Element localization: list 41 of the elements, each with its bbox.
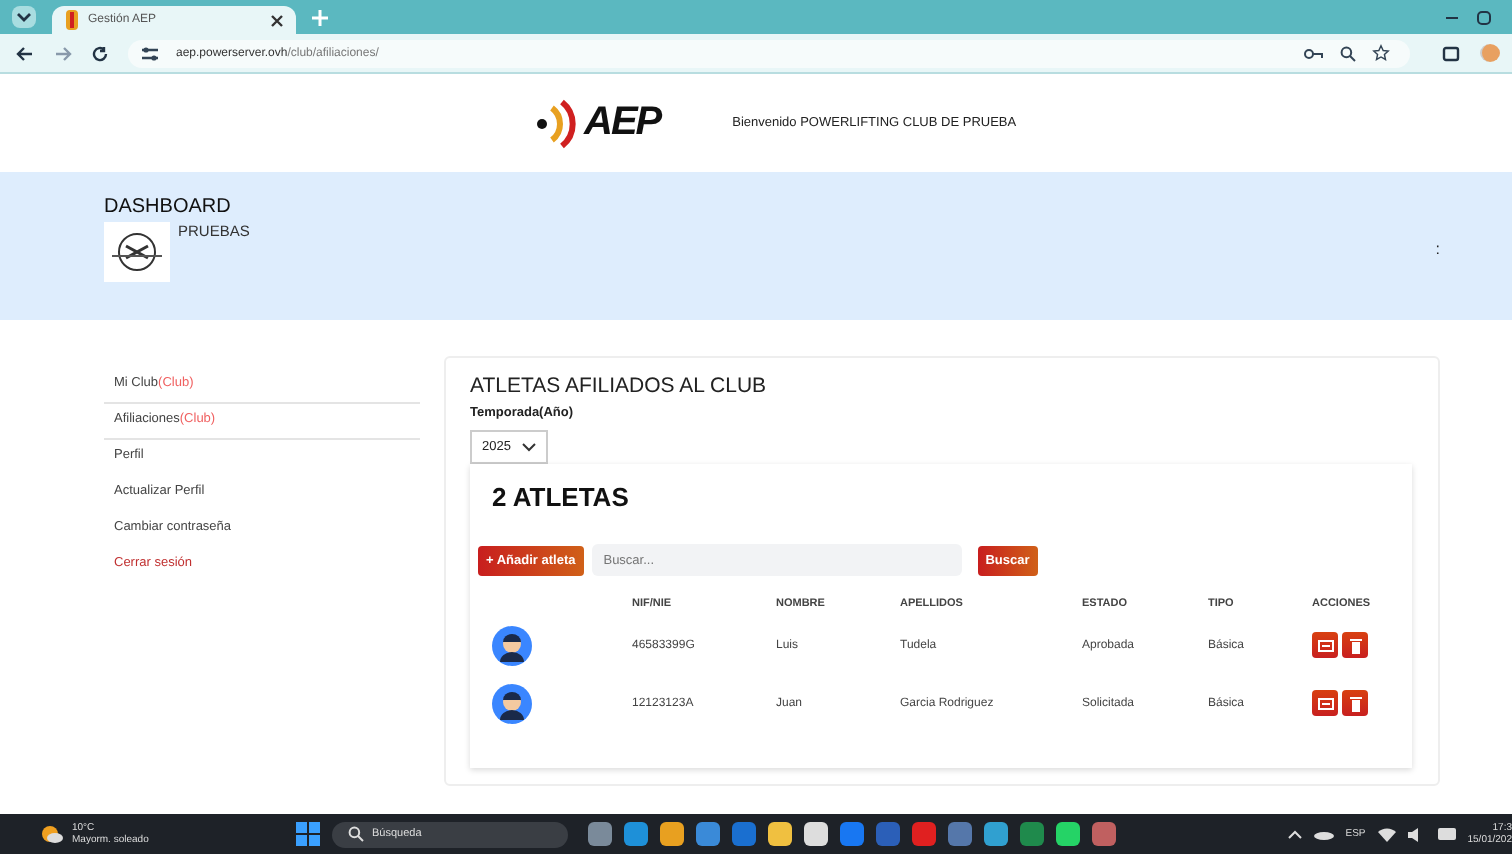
reload-icon[interactable] [92, 45, 108, 61]
restore-icon[interactable] [1476, 9, 1492, 25]
dashboard-title: DASHBOARD [104, 196, 233, 218]
chevron-up-icon[interactable] [1287, 829, 1302, 839]
site-settings-icon[interactable] [140, 45, 160, 61]
aep-logo: AEP [536, 97, 661, 149]
avatar-icon [492, 625, 532, 665]
tab-list-button[interactable] [12, 6, 36, 28]
app-icon[interactable] [1056, 822, 1080, 846]
delete-button[interactable] [1342, 632, 1368, 658]
delete-button[interactable] [1342, 690, 1368, 716]
trash-icon [1349, 695, 1361, 711]
cloud-icon[interactable] [1313, 828, 1334, 840]
logo-icon [64, 10, 80, 30]
battery-icon[interactable] [1437, 828, 1456, 840]
athlete-count: 2 ATLETAS [492, 482, 631, 512]
trash-icon [1349, 637, 1361, 653]
key-icon[interactable] [1304, 47, 1324, 59]
app-icon[interactable] [984, 822, 1008, 846]
chevron-down-icon [16, 11, 32, 23]
section-title: ATLETAS AFILIADOS AL CLUB [470, 374, 767, 398]
close-icon[interactable] [270, 13, 284, 27]
zoom-icon[interactable] [1340, 45, 1356, 61]
avatar-icon [492, 683, 532, 723]
star-icon[interactable] [1372, 44, 1390, 62]
app-icon[interactable] [660, 822, 684, 846]
start-icon[interactable] [296, 822, 320, 846]
card-icon [1317, 639, 1333, 651]
weather-sun-icon [40, 824, 64, 844]
menu-button[interactable]: : [1435, 240, 1440, 320]
card-icon [1317, 697, 1333, 709]
back-icon[interactable] [16, 45, 34, 61]
app-icon[interactable] [768, 822, 792, 846]
app-icon[interactable] [804, 822, 828, 846]
club-logo [104, 222, 170, 282]
chevron-icon [522, 442, 537, 452]
edit-button[interactable] [1312, 690, 1338, 716]
wifi-icon[interactable] [1377, 827, 1396, 841]
forward-icon[interactable] [54, 45, 72, 61]
edit-button[interactable] [1312, 632, 1338, 658]
search-icon [348, 826, 364, 842]
